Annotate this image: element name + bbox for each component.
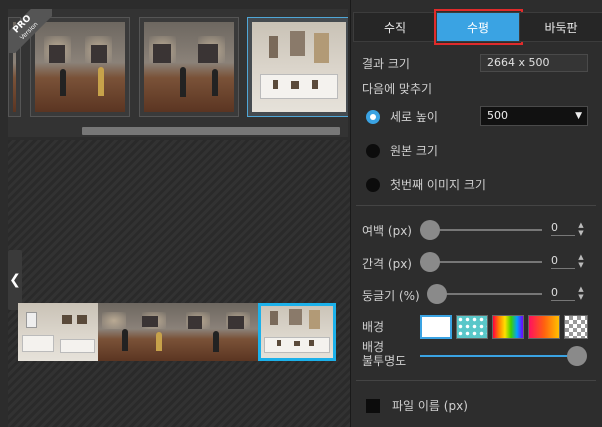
spinner-up-down-icon[interactable]: ▲ ▼	[576, 253, 586, 269]
radio-first-image-size[interactable]	[366, 177, 380, 192]
filename-checkbox[interactable]	[366, 398, 380, 413]
thumbnail-image-selected[interactable]	[247, 17, 348, 117]
background-swatch-gradient[interactable]	[528, 315, 560, 339]
rounding-slider-thumb[interactable]	[427, 284, 447, 304]
caret-down-icon: ▼	[575, 111, 582, 121]
merged-image-part[interactable]	[18, 303, 98, 361]
background-swatch-rainbow[interactable]	[492, 315, 524, 339]
bg-opacity-slider-thumb[interactable]	[567, 346, 587, 366]
margin-value[interactable]: 0	[551, 221, 575, 236]
background-swatch-dots[interactable]	[456, 315, 488, 339]
bg-opacity-slider-track[interactable]	[420, 355, 578, 357]
spacing-slider-thumb[interactable]	[420, 252, 440, 272]
preview-canvas	[8, 140, 350, 427]
result-size-value: 2664 x 500	[480, 54, 588, 72]
background-swatch-transparent[interactable]	[564, 315, 588, 339]
background-label: 배경	[362, 320, 385, 334]
filename-row[interactable]: 파일 이름 (px)	[366, 397, 468, 414]
radio-row-height[interactable]: 세로 높이	[366, 108, 438, 125]
thumbnail-scrollbar[interactable]	[82, 127, 340, 135]
radio-first-image-size-label: 첫번째 이미지 크기	[390, 178, 486, 192]
radio-height-label: 세로 높이	[390, 110, 438, 124]
radio-height[interactable]	[366, 109, 380, 124]
height-select[interactable]: 500 ▼	[480, 106, 588, 126]
divider	[356, 380, 596, 381]
spinner-up-down-icon[interactable]: ▲ ▼	[576, 221, 586, 237]
filename-label: 파일 이름 (px)	[392, 399, 468, 413]
spinner-up-down-icon[interactable]: ▲ ▼	[576, 285, 586, 301]
radio-original-size[interactable]	[366, 143, 380, 158]
divider	[356, 205, 596, 206]
radio-row-first-image[interactable]: 첫번째 이미지 크기	[366, 176, 486, 193]
fit-to-label: 다음에 맞추기	[362, 82, 433, 96]
spacing-value[interactable]: 0	[551, 254, 575, 269]
background-swatch-white[interactable]	[420, 315, 452, 339]
merged-preview	[18, 303, 336, 361]
height-select-value: 500	[487, 109, 508, 122]
tab-vertical[interactable]: 수직	[353, 12, 437, 42]
tab-horizontal[interactable]: 수평	[434, 9, 523, 45]
bg-opacity-label-line2: 불투명도	[362, 354, 407, 368]
radio-row-original[interactable]: 원본 크기	[366, 142, 438, 159]
thumbnail-image[interactable]	[139, 17, 239, 117]
merged-image-part[interactable]	[178, 303, 258, 361]
chevron-left-icon[interactable]: ❮	[8, 250, 22, 310]
margin-slider-thumb[interactable]	[420, 220, 440, 240]
layout-tabs: 수직 수평 바둑판	[353, 9, 602, 45]
radio-original-size-label: 원본 크기	[390, 144, 438, 158]
merged-image-part-selected[interactable]	[258, 303, 336, 361]
rounding-label: 둥글기 (%)	[362, 289, 420, 303]
result-size-label: 결과 크기	[362, 57, 410, 71]
margin-label: 여백 (px)	[362, 224, 412, 238]
tab-grid[interactable]: 바둑판	[520, 12, 602, 42]
bg-opacity-label-line1: 배경	[362, 340, 385, 354]
pro-version-badge: PRO Version	[8, 9, 52, 53]
rounding-value[interactable]: 0	[551, 286, 575, 301]
spacing-label: 간격 (px)	[362, 257, 412, 271]
source-thumbnail-strip: PRO Version	[8, 9, 348, 137]
merged-image-part[interactable]	[98, 303, 178, 361]
